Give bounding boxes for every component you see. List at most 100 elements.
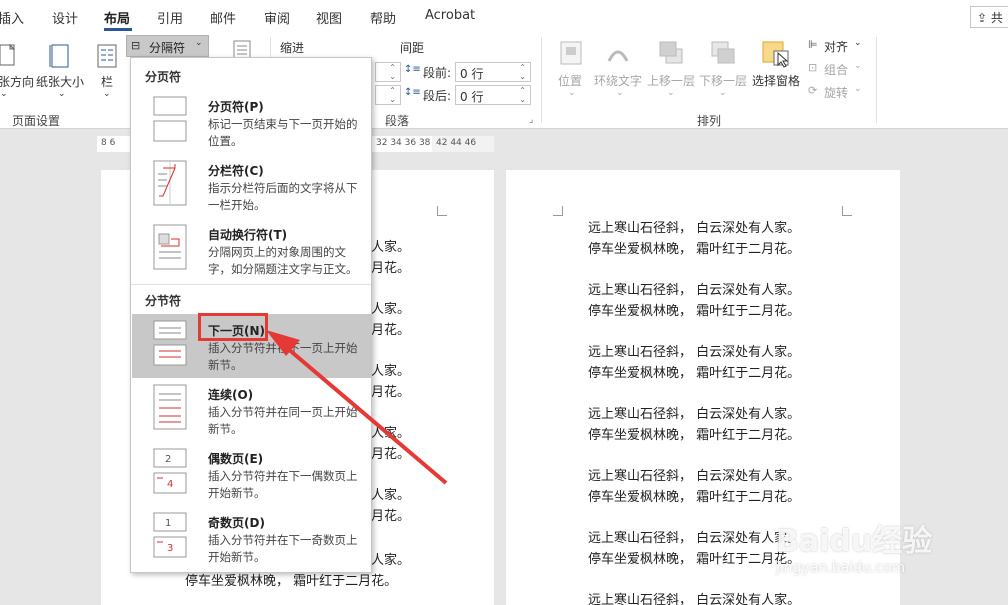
poem-line: 远上寒山石径斜， 白云深处有人家。	[588, 283, 801, 298]
bring-forward-button[interactable]: 上移一层	[647, 72, 695, 89]
selection-pane-button[interactable]: 选择窗格	[752, 72, 800, 89]
chevron-down-icon: ⌄	[854, 61, 862, 71]
position-button[interactable]: 位置	[558, 72, 582, 89]
spacing-before-input[interactable]: 0 行 ⌃ ⌄	[455, 62, 531, 82]
horizontal-ruler: 32 34 36 38	[372, 136, 432, 152]
tab-insert[interactable]: 插入	[0, 8, 24, 27]
page-breaks-header: 分页符	[145, 70, 182, 84]
align-icon: ⊫	[808, 38, 818, 51]
orientation-icon[interactable]	[0, 41, 20, 69]
align-button[interactable]: 对齐	[824, 38, 848, 55]
continuous-section-icon	[153, 384, 187, 430]
poem-line: 停车坐爱枫林晚， 霜叶红于二月花。	[588, 490, 801, 505]
text-wrapping-icon	[153, 224, 187, 270]
tab-layout[interactable]: 布局	[104, 8, 130, 27]
spacing-before-icon: ↕≡	[404, 64, 421, 75]
poem-line: 停车坐爱枫林晚， 霜叶红于二月花。	[588, 366, 801, 381]
spacing-after-icon: ↕≡	[404, 87, 421, 98]
text-fragment: 月花。	[371, 385, 411, 400]
watermark-url: jingyan.baidu.com	[776, 560, 906, 576]
column-break-icon	[153, 160, 187, 206]
send-backward-button[interactable]: 下移一层	[699, 72, 747, 89]
poem-line: 远上寒山石径斜， 白云深处有人家。	[588, 593, 801, 605]
breaks-button[interactable]: ⊟ 分隔符 ⌄	[126, 35, 209, 57]
indent-right-input[interactable]: ⌃ ⌄	[375, 85, 401, 105]
breaks-icon: ⊟	[131, 39, 141, 52]
text-fragment: 人家。	[371, 553, 411, 568]
chevron-down-icon: ⌄	[195, 38, 203, 48]
menu-item-even-page[interactable]: 2 4 偶数页(E) 插入分节符并在下一偶数页上开始新节。	[132, 442, 371, 506]
annotation-highlight-box	[198, 313, 268, 341]
menu-item-desc: 插入分节符并在下一偶数页上开始新节。	[208, 469, 358, 500]
menu-item-page-break[interactable]: 分页符(P) 标记一页结束与下一页开始的位置。	[132, 90, 371, 154]
orientation-button[interactable]: 纸张方向	[0, 73, 34, 90]
active-tab-indicator	[104, 28, 132, 31]
spacing-after-input[interactable]: 0 行 ⌃ ⌄	[455, 85, 531, 105]
indent-label: 缩进	[280, 41, 305, 55]
svg-text:1: 1	[165, 518, 171, 529]
chevron-down-icon: ⌄	[719, 88, 727, 98]
rotate-button[interactable]: 旋转	[824, 84, 848, 101]
poem-line: 远上寒山石径斜， 白云深处有人家。	[588, 531, 801, 546]
share-button[interactable]: ⇪ 共	[970, 6, 1008, 28]
svg-text:2: 2	[165, 454, 171, 465]
indent-left-input[interactable]: ⌃ ⌄	[375, 62, 401, 82]
spacing-before-value: 0 行	[460, 67, 484, 81]
columns-icon[interactable]	[96, 41, 118, 69]
text-fragment: 人家。	[371, 364, 411, 379]
dialog-launcher-icon[interactable]: ⌟	[529, 115, 533, 125]
margin-corner-mark	[842, 206, 852, 216]
tab-acrobat[interactable]: Acrobat	[425, 8, 475, 23]
menu-item-continuous[interactable]: 连续(O) 插入分节符并在同一页上开始新节。	[132, 378, 371, 442]
send-backward-icon[interactable]	[708, 39, 738, 67]
chevron-down-icon: ⌄	[854, 38, 862, 48]
watermark-logo: Baidu经验	[776, 516, 932, 560]
margin-corner-mark	[553, 206, 563, 216]
chevron-down-icon: ⌄	[616, 88, 624, 98]
menu-item-title: 奇数页(D)	[208, 516, 265, 530]
selection-pane-icon[interactable]	[760, 39, 794, 69]
text-fragment: 月花。	[371, 447, 411, 462]
text-fragment: 月花。	[371, 509, 411, 524]
menu-item-desc: 插入分节符并在同一页上开始新节。	[208, 405, 358, 436]
tab-view[interactable]: 视图	[316, 8, 342, 27]
spacing-label: 间距	[400, 41, 425, 55]
page-size-button[interactable]: 纸张大小	[36, 73, 84, 90]
tab-help[interactable]: 帮助	[370, 8, 396, 27]
tab-references[interactable]: 引用	[157, 8, 183, 27]
tab-review[interactable]: 审阅	[264, 8, 290, 27]
page-setup-group-label: 页面设置	[12, 114, 61, 128]
menu-item-column-break[interactable]: 分栏符(C) 指示分栏符后面的文字将从下一栏开始。	[132, 154, 371, 218]
tab-mailings[interactable]: 邮件	[210, 8, 236, 27]
text-fragment: 月花。	[371, 323, 411, 338]
paragraph-group-label: 段落	[385, 114, 410, 128]
poem-line: 远上寒山石径斜， 白云深处有人家。	[588, 469, 801, 484]
position-icon[interactable]	[558, 39, 584, 67]
wrap-text-icon[interactable]	[605, 39, 631, 67]
poem-line: 远上寒山石径斜， 白云深处有人家。	[588, 345, 801, 360]
rotate-icon: ⟳	[808, 84, 818, 97]
columns-button[interactable]: 栏	[101, 73, 113, 90]
breaks-label: 分隔符	[149, 41, 186, 55]
menu-item-desc: 插入分节符并在下一奇数页上开始新节。	[208, 533, 358, 564]
group-divider	[541, 37, 542, 123]
margin-corner-mark	[437, 206, 447, 216]
wrap-text-button[interactable]: 环绕文字	[594, 72, 642, 89]
ribbon-tabs: 插入 设计 布局 引用 邮件 审阅 视图 帮助 Acrobat ⇪ 共	[0, 0, 1008, 33]
menu-item-odd-page[interactable]: 1 3 奇数页(D) 插入分节符并在下一奇数页上开始新节。	[132, 506, 371, 570]
menu-item-text-wrapping[interactable]: 自动换行符(T) 分隔网页上的对象周围的文字，如分隔题注文字与正文。	[132, 218, 371, 282]
bring-forward-icon[interactable]	[656, 39, 686, 67]
ruler-ticks: 32 34 36 38	[376, 138, 431, 148]
chevron-down-icon: ⌄	[0, 89, 8, 99]
poem-line: 远上寒山石径斜， 白云深处有人家。	[588, 221, 801, 236]
poem-line: 停车坐爱枫林晚， 霜叶红于二月花。	[588, 428, 801, 443]
share-label: 共	[990, 11, 1003, 25]
svg-text:3: 3	[167, 543, 173, 554]
group-button[interactable]: 组合	[824, 61, 848, 78]
menu-divider	[131, 284, 371, 285]
tab-design[interactable]: 设计	[52, 8, 78, 27]
menu-item-desc: 插入分节符并在下一页上开始新节。	[208, 341, 358, 372]
chevron-down-icon: ⌄	[568, 88, 576, 98]
menu-item-desc: 分隔网页上的对象周围的文字，如分隔题注文字与正文。	[208, 245, 358, 276]
page-size-icon[interactable]	[48, 41, 72, 69]
